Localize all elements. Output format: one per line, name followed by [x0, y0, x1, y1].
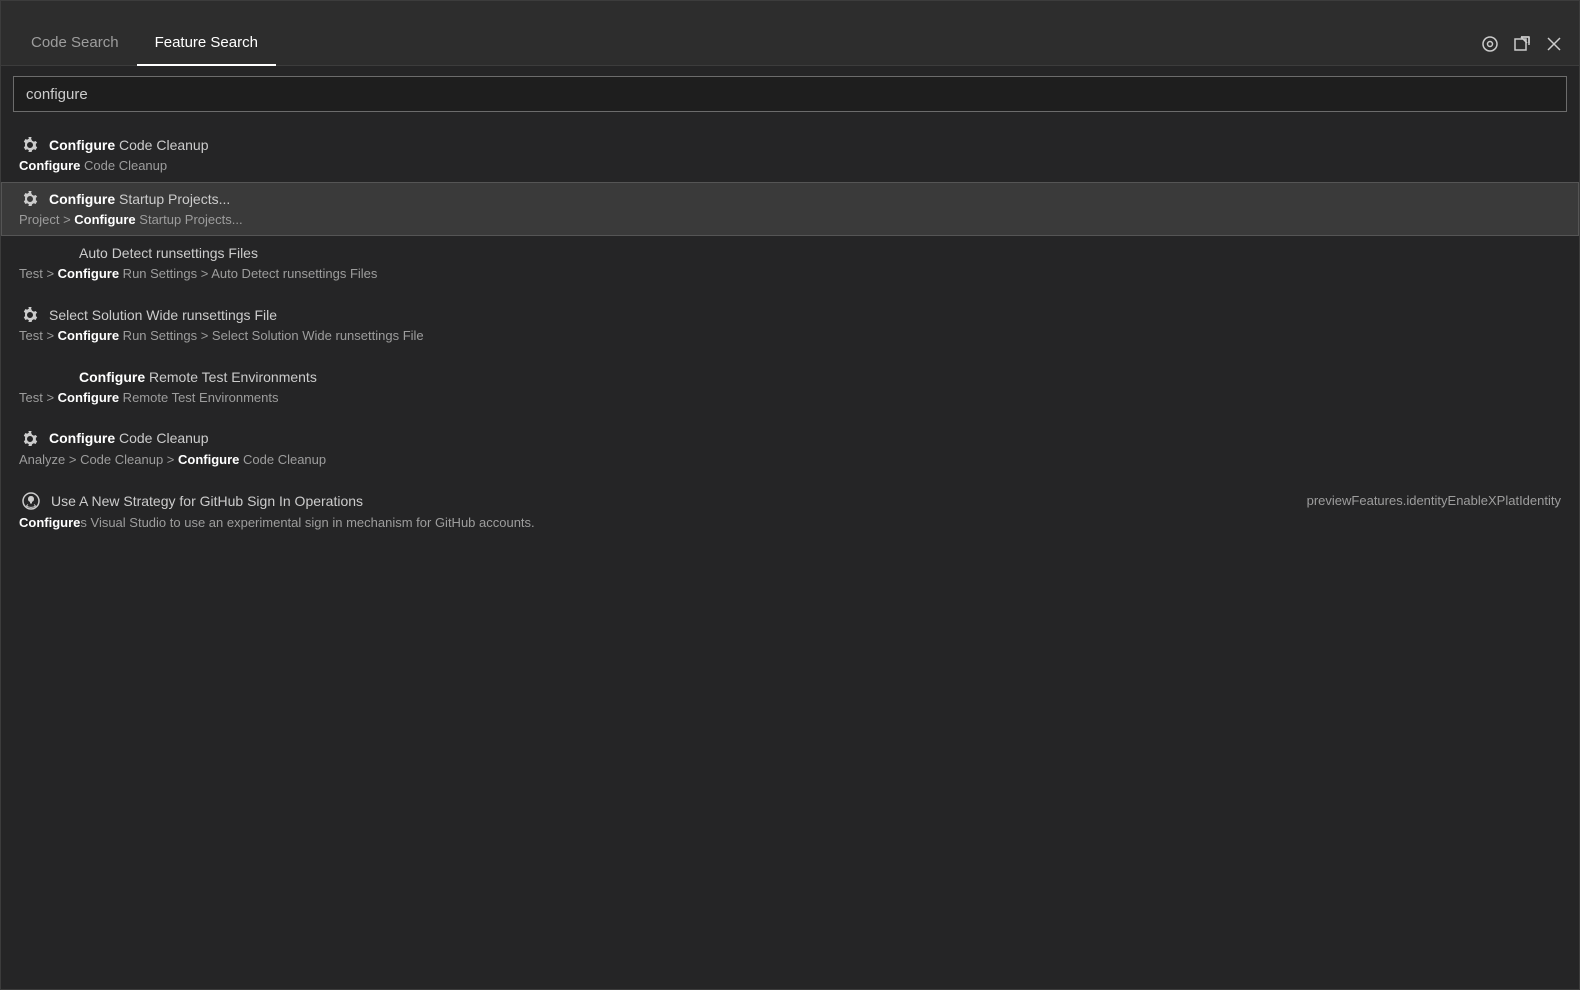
spacer: [1, 413, 1579, 421]
spacer: [1, 475, 1579, 483]
result-title-row: Configure Startup Projects...: [19, 188, 1561, 210]
result-title-row: Configure Code Cleanup: [19, 134, 1561, 156]
no-icon-2: [49, 242, 71, 264]
list-item[interactable]: Auto Detect runsettings Files Test > Con…: [1, 236, 1579, 290]
result-subtitle: Test > Configure Run Settings > Select S…: [19, 326, 1561, 346]
result-subtitle: Test > Configure Remote Test Environment…: [19, 388, 1561, 408]
github-icon: [19, 489, 43, 513]
gear-icon: [19, 428, 41, 450]
search-input[interactable]: configure: [13, 76, 1567, 112]
result-subtitle: Configures Visual Studio to use an exper…: [19, 513, 1561, 533]
no-icon-2: [49, 366, 71, 388]
close-icon[interactable]: [1545, 35, 1563, 53]
no-icon: [19, 242, 41, 264]
list-item[interactable]: Configure Code Cleanup Analyze > Code Cl…: [1, 421, 1579, 475]
tab-feature-search[interactable]: Feature Search: [137, 21, 276, 66]
result-title: Configure Remote Test Environments: [79, 366, 317, 388]
result-title: Configure Code Cleanup: [49, 427, 209, 449]
list-item[interactable]: Select Solution Wide runsettings File Te…: [1, 298, 1579, 352]
result-subtitle: Analyze > Code Cleanup > Configure Code …: [19, 450, 1561, 470]
no-icon: [19, 366, 41, 388]
gear-icon: [19, 304, 41, 326]
gear-icon: [19, 134, 41, 156]
tab-code-search-label: Code Search: [31, 34, 119, 51]
result-title: Configure Startup Projects...: [49, 188, 230, 210]
result-title: Configure Code Cleanup: [49, 134, 209, 156]
result-title: Auto Detect runsettings Files: [79, 242, 258, 264]
list-item[interactable]: Configure Code Cleanup Configure Code Cl…: [1, 128, 1579, 182]
preview-tag: previewFeatures.identityEnableXPlatIdent…: [1307, 491, 1561, 512]
window-controls: [1481, 35, 1563, 53]
main-window: Code Search Feature Search: [0, 0, 1580, 990]
result-subtitle: Test > Configure Run Settings > Auto Det…: [19, 264, 1561, 284]
result-subtitle: Configure Code Cleanup: [19, 156, 1561, 176]
tab-code-search[interactable]: Code Search: [13, 21, 137, 66]
new-window-icon[interactable]: [1513, 35, 1531, 53]
result-title-row: Configure Code Cleanup: [19, 427, 1561, 449]
list-item[interactable]: Use A New Strategy for GitHub Sign In Op…: [1, 483, 1579, 539]
result-title-row: Auto Detect runsettings Files: [19, 242, 1561, 264]
result-subtitle: Project > Configure Startup Projects...: [19, 210, 1561, 230]
result-title-row: Configure Remote Test Environments: [19, 366, 1561, 388]
list-item[interactable]: Configure Remote Test Environments Test …: [1, 360, 1579, 414]
list-item[interactable]: Configure Startup Projects... Project > …: [1, 182, 1579, 236]
spacer: [1, 352, 1579, 360]
preview-icon[interactable]: [1481, 35, 1499, 53]
gear-icon: [19, 188, 41, 210]
result-title-row: Select Solution Wide runsettings File: [19, 304, 1561, 326]
search-area: configure: [1, 66, 1579, 122]
result-title: Use A New Strategy for GitHub Sign In Op…: [51, 490, 1299, 512]
results-list: Configure Code Cleanup Configure Code Cl…: [1, 122, 1579, 989]
result-title-row: Use A New Strategy for GitHub Sign In Op…: [19, 489, 1561, 513]
spacer: [1, 290, 1579, 298]
result-title: Select Solution Wide runsettings File: [49, 304, 277, 326]
titlebar: Code Search Feature Search: [1, 1, 1579, 66]
tab-feature-search-label: Feature Search: [155, 34, 258, 51]
